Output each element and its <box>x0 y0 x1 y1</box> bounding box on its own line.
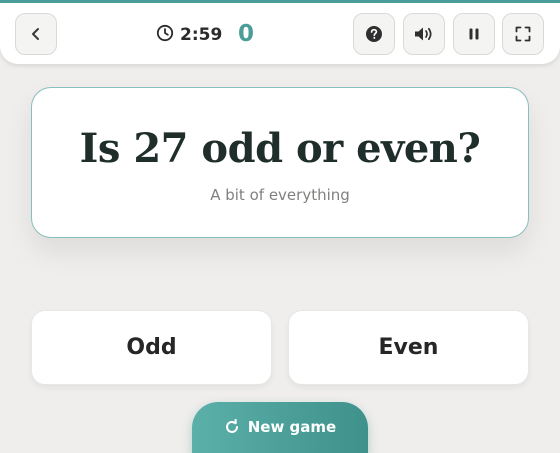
clock-icon <box>156 24 174 46</box>
fullscreen-button[interactable] <box>502 13 544 55</box>
question-text: Is 27 odd or even? <box>79 125 481 172</box>
sound-button[interactable] <box>403 13 445 55</box>
score-value: 0 <box>238 21 255 47</box>
help-button[interactable] <box>353 13 395 55</box>
new-game-label: New game <box>247 418 337 436</box>
answer-odd-button[interactable]: Odd <box>31 310 272 385</box>
pause-button[interactable] <box>453 13 495 55</box>
chevron-left-icon <box>28 26 44 42</box>
question-circle-icon <box>365 25 383 43</box>
top-bar: 2:59 0 <box>0 0 560 64</box>
timer: 2:59 <box>156 23 222 47</box>
fullscreen-icon <box>515 26 531 42</box>
question-card: Is 27 odd or even? A bit of everything <box>31 87 529 238</box>
speaker-icon <box>413 25 435 43</box>
back-button[interactable] <box>15 13 57 55</box>
pause-icon <box>467 27 481 41</box>
answer-even-button[interactable]: Even <box>288 310 529 385</box>
refresh-icon <box>224 417 240 437</box>
timer-value: 2:59 <box>180 25 223 45</box>
new-game-button[interactable]: New game <box>192 402 368 453</box>
question-category: A bit of everything <box>210 186 350 204</box>
